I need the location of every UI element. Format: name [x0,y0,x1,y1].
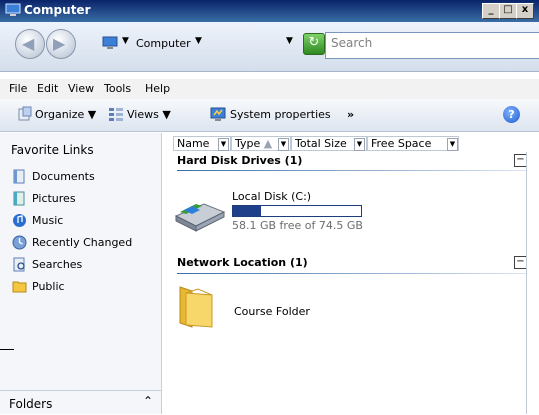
system-properties-icon [210,107,226,121]
drive-free-space: 58.1 GB free of 74.5 GB [232,219,363,232]
column-header-free-space[interactable]: Free Space ▼ [367,136,459,151]
menu-tools[interactable]: Tools [104,82,131,95]
forward-arrow-icon: ▶ [53,34,66,53]
menu-file[interactable]: File [9,82,27,95]
drive-name: Local Disk (C:) [232,190,312,203]
search-input[interactable]: Search [325,32,539,59]
column-filter-icon[interactable]: ▼ [447,138,458,151]
column-filter-icon[interactable]: ▼ [354,138,365,151]
column-header-name[interactable]: Name ▼ [173,136,231,151]
network-item-name: Course Folder [234,305,310,318]
column-label: Free Space [371,137,432,150]
group-header-network-location[interactable]: Network Location (1) [177,256,308,269]
recently-changed-icon [12,235,27,250]
maximize-button[interactable]: □ [499,3,517,19]
column-label: Name [177,137,210,150]
drive-usage-fill [233,206,262,216]
favorite-label: Searches [32,258,83,271]
column-label: Total Size [295,137,347,150]
computer-icon [102,36,118,49]
music-icon [13,214,26,227]
sort-ascending-icon: ▲ [263,137,273,150]
favorite-label: Public [32,280,65,293]
close-button[interactable]: x [516,3,534,19]
organize-dropdown-icon: ▼ [87,108,97,121]
window-title: Computer [24,3,91,17]
group-divider [177,170,526,171]
system-properties-button[interactable]: System properties [230,108,331,121]
divider [0,349,14,350]
favorite-label: Recently Changed [32,236,133,249]
menu-view[interactable]: View [68,82,94,95]
column-filter-icon[interactable]: ▼ [218,138,229,151]
address-history-dropdown-icon[interactable]: ▼ [286,36,293,46]
favorite-links-heading: Favorite Links [11,143,94,157]
column-header-type[interactable]: Type ▲ ▼ [231,136,291,151]
views-button[interactable]: Views ▼ [127,108,171,121]
organize-button[interactable]: Organize ▼ [35,108,96,121]
column-header-total-size[interactable]: Total Size ▼ [291,136,367,151]
column-divider [526,152,527,414]
more-commands-button[interactable]: » [347,108,354,121]
views-dropdown-icon: ▼ [162,108,171,121]
group-divider [177,273,526,274]
address-bar: ◀ ▶ ▼ Computer ▼ ▼ ↻ Search [0,22,539,72]
folder-icon [179,286,213,328]
organize-icon [18,106,32,121]
address-box[interactable]: ▼ Computer ▼ ▼ [96,34,326,54]
favorite-label: Pictures [32,192,76,205]
forward-button[interactable]: ▶ [46,29,76,59]
refresh-button[interactable]: ↻ [303,33,325,55]
menu-help[interactable]: Help [145,82,170,95]
documents-icon [13,169,25,184]
chevron-up-icon: ⌃ [143,394,154,408]
computer-icon [5,3,21,16]
menu-bar: File Edit View Tools Help [0,79,539,99]
public-folder-icon [12,281,27,293]
searches-icon [13,257,25,272]
location-dropdown-icon[interactable]: ▼ [195,36,202,46]
favorite-label: Music [32,214,64,227]
back-arrow-icon: ◀ [22,34,35,53]
minimize-button[interactable]: _ [482,3,500,19]
command-toolbar: Organize ▼ Views ▼ System properties » ? [0,99,539,132]
column-filter-icon[interactable]: ▼ [278,138,289,151]
breadcrumb-location[interactable]: Computer [136,37,191,50]
drive-usage-bar [232,205,362,217]
views-label: Views [127,108,159,121]
title-bar[interactable]: Computer _ □ x [0,0,539,22]
navigation-pane: Favorite Links Documents Pictures Music … [0,133,162,414]
folders-label: Folders [9,397,53,411]
refresh-icon: ↻ [308,35,320,50]
help-button[interactable]: ? [503,106,520,123]
group-header-hard-disk-drives[interactable]: Hard Disk Drives (1) [177,154,302,167]
folders-toggle[interactable]: Folders ⌃ [0,390,161,415]
back-button[interactable]: ◀ [15,29,45,59]
views-icon [109,108,123,121]
column-label: Type [235,137,261,150]
menu-edit[interactable]: Edit [37,82,58,95]
pictures-icon [13,191,25,206]
hard-drive-icon [174,203,226,232]
favorite-label: Documents [32,170,95,183]
help-icon: ? [508,108,515,121]
breadcrumb-separator-icon[interactable]: ▼ [122,36,129,46]
organize-label: Organize [35,108,85,121]
column-headers: Name ▼ Type ▲ ▼ Total Size ▼ Free Space … [173,136,493,152]
